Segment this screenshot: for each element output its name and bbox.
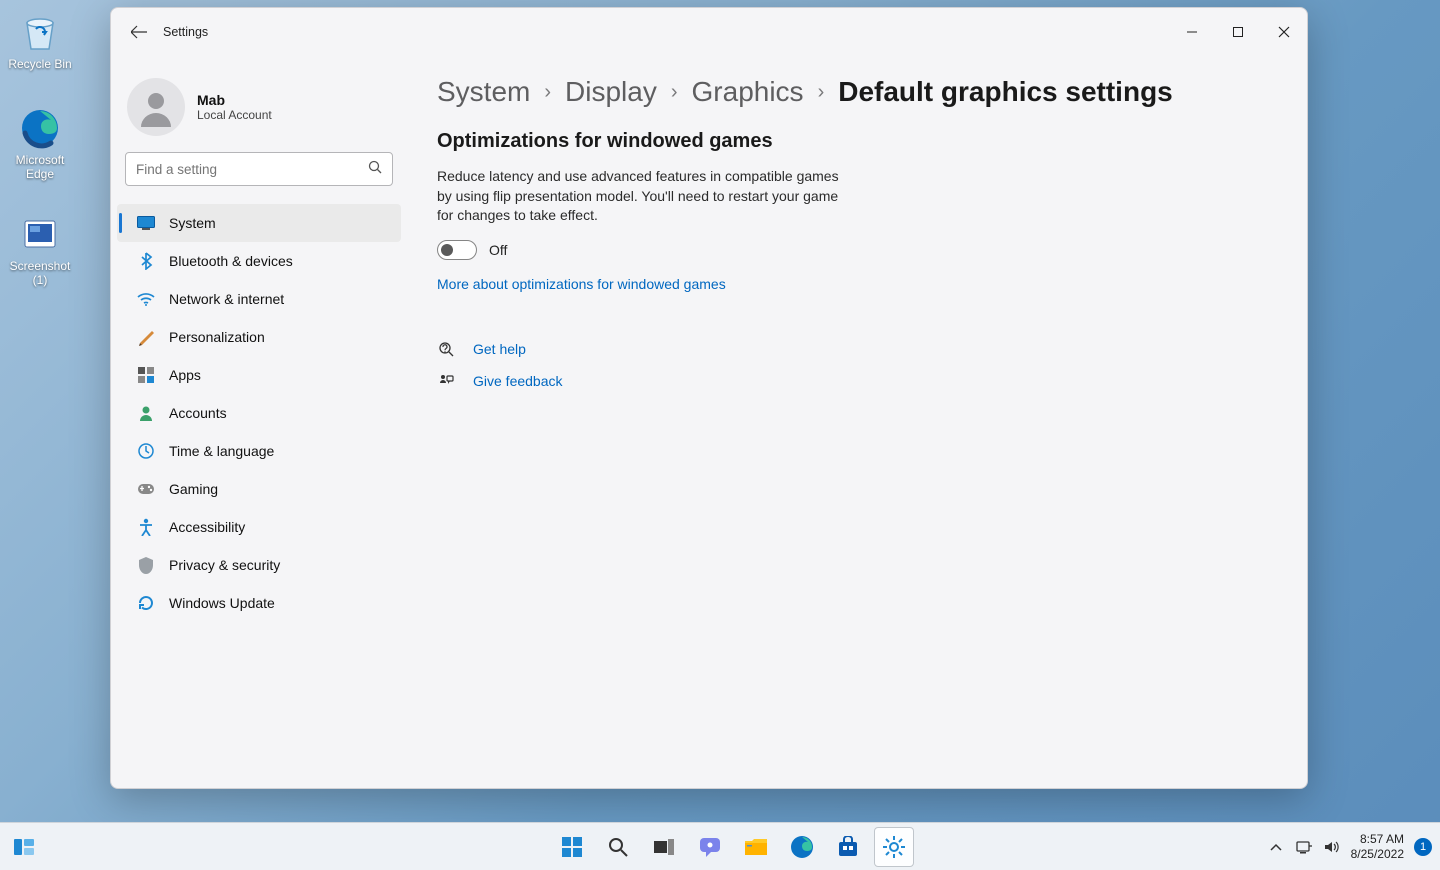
breadcrumb-graphics[interactable]: Graphics [692,76,804,108]
image-file-icon [16,210,64,258]
taskbar-clock[interactable]: 8:57 AM 8/25/2022 [1351,832,1404,861]
minimize-button[interactable] [1169,16,1215,48]
desktop-icon-label: Screenshot (1) [2,260,78,288]
desktop-icon-label: Recycle Bin [2,58,78,72]
user-name: Mab [197,92,272,108]
toggle-state-label: Off [489,242,507,258]
more-about-link[interactable]: More about optimizations for windowed ga… [437,276,726,292]
clock-time: 8:57 AM [1351,832,1404,846]
breadcrumb-display[interactable]: Display [565,76,657,108]
system-icon [137,214,155,232]
accessibility-icon [137,518,155,536]
nav-label: Bluetooth & devices [169,253,293,269]
optimizations-toggle[interactable] [437,240,477,260]
apps-icon [137,366,155,384]
search-icon [368,160,382,179]
nav-label: Time & language [169,443,274,459]
window-title: Settings [163,25,208,39]
back-button[interactable] [125,18,153,46]
desktop-icon-recycle-bin[interactable]: Recycle Bin [2,8,78,72]
breadcrumb-current: Default graphics settings [838,76,1173,108]
close-button[interactable] [1261,16,1307,48]
nav-accounts[interactable]: Accounts [117,394,401,432]
nav-system[interactable]: System [117,204,401,242]
taskbar-edge-button[interactable] [782,827,822,867]
desktop-icon-label: Microsoft Edge [2,154,78,182]
nav-label: Personalization [169,329,265,345]
taskbar-explorer-button[interactable] [736,827,776,867]
globe-clock-icon [137,442,155,460]
nav: System Bluetooth & devices Network & int… [111,200,407,622]
user-block[interactable]: Mab Local Account [111,70,407,152]
nav-personalization[interactable]: Personalization [117,318,401,356]
recycle-bin-icon [16,8,64,56]
widgets-button[interactable] [10,833,38,861]
nav-label: Network & internet [169,291,284,307]
nav-label: Apps [169,367,201,383]
search-box[interactable] [125,152,393,186]
nav-apps[interactable]: Apps [117,356,401,394]
titlebar: Settings [111,8,1307,56]
breadcrumb-system[interactable]: System [437,76,530,108]
nav-privacy[interactable]: Privacy & security [117,546,401,584]
shield-icon [137,556,155,574]
edge-icon [16,104,64,152]
sidebar: Mab Local Account System Bluetooth & dev… [111,56,407,788]
bluetooth-icon [137,252,155,270]
section-title: Optimizations for windowed games [437,130,1267,153]
taskbar-store-button[interactable] [828,827,868,867]
nav-label: System [169,215,216,231]
brush-icon [137,328,155,346]
maximize-button[interactable] [1215,16,1261,48]
nav-accessibility[interactable]: Accessibility [117,508,401,546]
tray-network-icon[interactable] [1295,838,1313,856]
clock-date: 8/25/2022 [1351,847,1404,861]
nav-label: Accessibility [169,519,245,535]
chevron-right-icon: › [671,81,678,104]
feedback-icon [437,372,455,390]
nav-label: Windows Update [169,595,275,611]
start-button[interactable] [552,827,592,867]
search-input[interactable] [136,162,368,177]
nav-network[interactable]: Network & internet [117,280,401,318]
person-icon [137,404,155,422]
nav-label: Accounts [169,405,227,421]
help-icon [437,340,455,358]
task-view-button[interactable] [644,827,684,867]
desktop-icon-screenshot[interactable]: Screenshot (1) [2,210,78,288]
give-feedback-link[interactable]: Give feedback [473,373,563,389]
user-subtitle: Local Account [197,108,272,122]
nav-gaming[interactable]: Gaming [117,470,401,508]
settings-window: Settings Mab Local Account [110,7,1308,789]
taskbar-settings-button[interactable] [874,827,914,867]
wifi-icon [137,290,155,308]
gamepad-icon [137,480,155,498]
avatar [127,78,185,136]
chevron-right-icon: › [544,81,551,104]
tray-overflow-button[interactable] [1267,838,1285,856]
taskbar: 8:57 AM 8/25/2022 1 [0,822,1440,870]
nav-windows-update[interactable]: Windows Update [117,584,401,622]
taskbar-chat-button[interactable] [690,827,730,867]
nav-label: Gaming [169,481,218,497]
desktop-icon-edge[interactable]: Microsoft Edge [2,104,78,182]
content: System › Display › Graphics › Default gr… [407,56,1307,788]
section-description: Reduce latency and use advanced features… [437,167,847,226]
get-help-link[interactable]: Get help [473,341,526,357]
nav-label: Privacy & security [169,557,280,573]
nav-time-language[interactable]: Time & language [117,432,401,470]
notification-badge[interactable]: 1 [1414,838,1432,856]
update-icon [137,594,155,612]
nav-bluetooth[interactable]: Bluetooth & devices [117,242,401,280]
breadcrumb: System › Display › Graphics › Default gr… [437,76,1267,108]
tray-volume-icon[interactable] [1323,838,1341,856]
chevron-right-icon: › [818,81,825,104]
taskbar-search-button[interactable] [598,827,638,867]
